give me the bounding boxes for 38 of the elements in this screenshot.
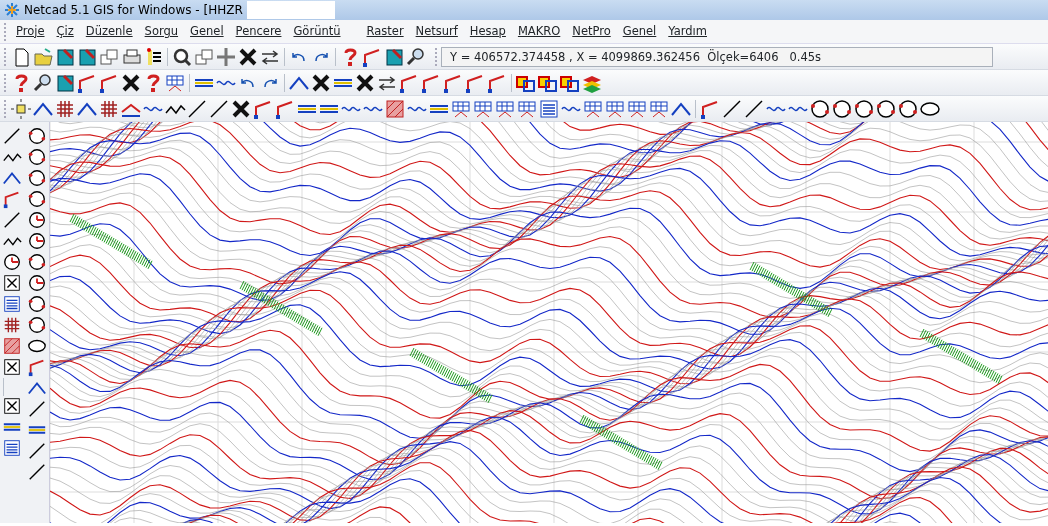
menu-item[interactable]: Çiz xyxy=(50,22,80,41)
search-icon[interactable] xyxy=(32,71,54,94)
line-icon[interactable] xyxy=(721,97,743,120)
circle-icon[interactable] xyxy=(875,97,897,120)
menu-item[interactable]: NetPro xyxy=(566,22,617,41)
box-x-icon[interactable] xyxy=(1,273,23,293)
coordinate-field: Y = 406572.374458 , X = 4099869.362456 Ölçek=6406 0.45s xyxy=(441,46,993,67)
hatch-icon[interactable] xyxy=(1,336,23,356)
menu-item[interactable]: Netsurf xyxy=(409,22,464,41)
menu-item[interactable]: Sorgu xyxy=(138,22,185,41)
text-lines-icon[interactable] xyxy=(538,97,560,120)
text-lines-icon[interactable] xyxy=(1,438,23,458)
circle-icon[interactable] xyxy=(853,97,875,120)
menu-item[interactable]: Pencere xyxy=(229,22,288,41)
menu-item[interactable]: Raster xyxy=(360,22,410,41)
box-x-icon[interactable] xyxy=(1,396,23,416)
menu-item[interactable]: MAKRO xyxy=(511,22,567,41)
box-x-icon[interactable] xyxy=(1,357,23,377)
menu-item[interactable]: Yardım xyxy=(662,22,713,41)
search-icon[interactable] xyxy=(405,45,427,68)
menu-item[interactable]: Genel xyxy=(616,22,663,41)
line-icon[interactable] xyxy=(208,97,230,120)
circle-icon[interactable] xyxy=(809,97,831,120)
line-icon[interactable] xyxy=(743,97,765,120)
window-title: Netcad 5.1 GIS for Windows - [HHZR xyxy=(24,2,243,19)
line-icon[interactable] xyxy=(186,97,208,120)
app-logo-icon xyxy=(4,2,20,18)
circle-icon[interactable] xyxy=(831,97,853,120)
clock-icon[interactable] xyxy=(1,252,23,272)
menu-item[interactable]: Görüntü xyxy=(287,22,347,41)
text-lines-icon[interactable] xyxy=(1,294,23,314)
pan-icon[interactable] xyxy=(215,45,237,68)
menu-item[interactable]: Proje xyxy=(10,22,51,41)
menu-item[interactable]: Hesap xyxy=(463,22,512,41)
hatch-icon[interactable] xyxy=(384,97,406,120)
menu-item[interactable]: Düzenle xyxy=(79,22,139,41)
circle-icon[interactable] xyxy=(897,97,919,120)
menu-item[interactable]: Genel xyxy=(184,22,230,41)
